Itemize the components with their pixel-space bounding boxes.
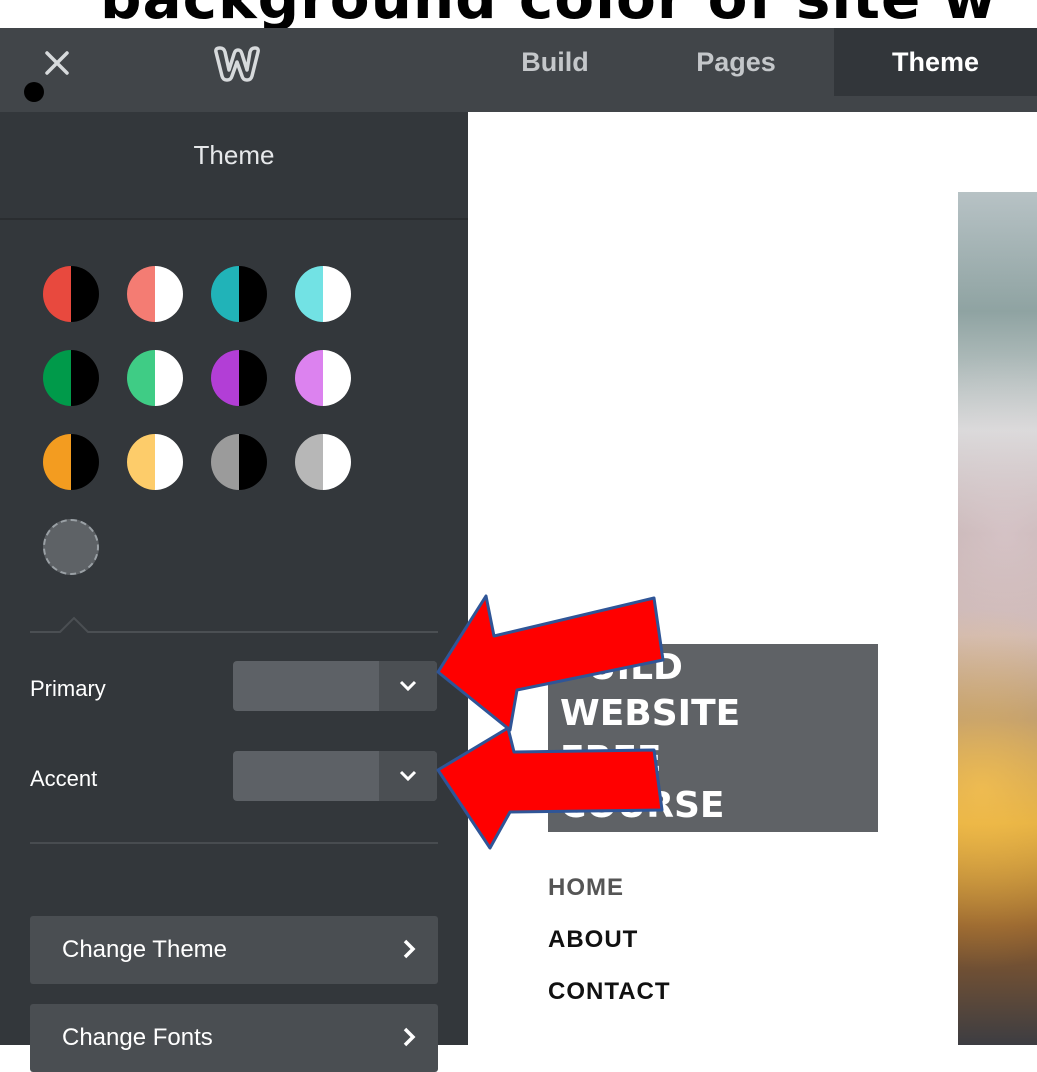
color-swatch[interactable] xyxy=(295,266,351,322)
color-swatch[interactable] xyxy=(295,434,351,490)
theme-sidebar: Theme Primary Accent Change Theme Change… xyxy=(0,112,468,1072)
caption-text: background color of site w xyxy=(100,0,997,28)
caption-banner: background color of site w xyxy=(0,0,1037,28)
nav-link-about[interactable]: ABOUT xyxy=(548,926,638,954)
site-title-block[interactable]: BUILD WEBSITE FREE COURSE xyxy=(548,644,878,832)
tab-build[interactable]: Build xyxy=(492,28,618,96)
change-fonts-label: Change Fonts xyxy=(62,1024,213,1051)
sidebar-title: Theme xyxy=(193,140,275,170)
weebly-logo-icon[interactable] xyxy=(212,44,260,84)
tab-theme[interactable]: Theme xyxy=(834,28,1037,96)
color-swatch[interactable] xyxy=(295,350,351,406)
site-title-line: FREE xyxy=(560,739,662,780)
chevron-down-icon xyxy=(379,661,437,711)
change-theme-button[interactable]: Change Theme xyxy=(30,916,438,984)
nav-link-home[interactable]: HOME xyxy=(548,874,624,902)
nav-link-contact[interactable]: CONTACT xyxy=(548,978,671,1006)
color-swatch[interactable] xyxy=(127,350,183,406)
hero-image xyxy=(958,192,1037,1045)
color-swatch[interactable] xyxy=(211,266,267,322)
color-swatch[interactable] xyxy=(211,434,267,490)
custom-color-swatch[interactable] xyxy=(43,519,99,575)
color-swatch[interactable] xyxy=(127,266,183,322)
sidebar-divider xyxy=(0,218,468,220)
accent-label: Accent xyxy=(30,766,98,791)
top-nav-bar: Build Pages Theme xyxy=(0,28,1037,112)
primary-color-select[interactable] xyxy=(233,661,437,711)
bullet-dot-icon xyxy=(24,82,44,102)
close-icon[interactable] xyxy=(40,46,74,80)
color-swatch[interactable] xyxy=(43,434,99,490)
chevron-right-icon xyxy=(402,938,416,967)
color-swatch[interactable] xyxy=(43,266,99,322)
site-title-line: BUILD xyxy=(560,647,683,688)
site-preview: BUILD WEBSITE FREE COURSE HOME ABOUT CON… xyxy=(468,112,1037,1045)
color-swatch[interactable] xyxy=(211,350,267,406)
sidebar-divider xyxy=(30,842,438,844)
tab-pages[interactable]: Pages xyxy=(668,28,804,96)
change-fonts-button[interactable]: Change Fonts xyxy=(30,1004,438,1072)
site-title-line: WEBSITE xyxy=(560,693,741,734)
primary-label: Primary xyxy=(30,676,106,701)
chevron-right-icon xyxy=(402,1026,416,1055)
change-theme-label: Change Theme xyxy=(62,936,227,963)
color-swatch[interactable] xyxy=(127,434,183,490)
chevron-down-icon xyxy=(379,751,437,801)
palette-divider xyxy=(30,616,438,633)
color-swatch[interactable] xyxy=(43,350,99,406)
site-title-line: COURSE xyxy=(560,785,725,826)
accent-color-select[interactable] xyxy=(233,751,437,801)
